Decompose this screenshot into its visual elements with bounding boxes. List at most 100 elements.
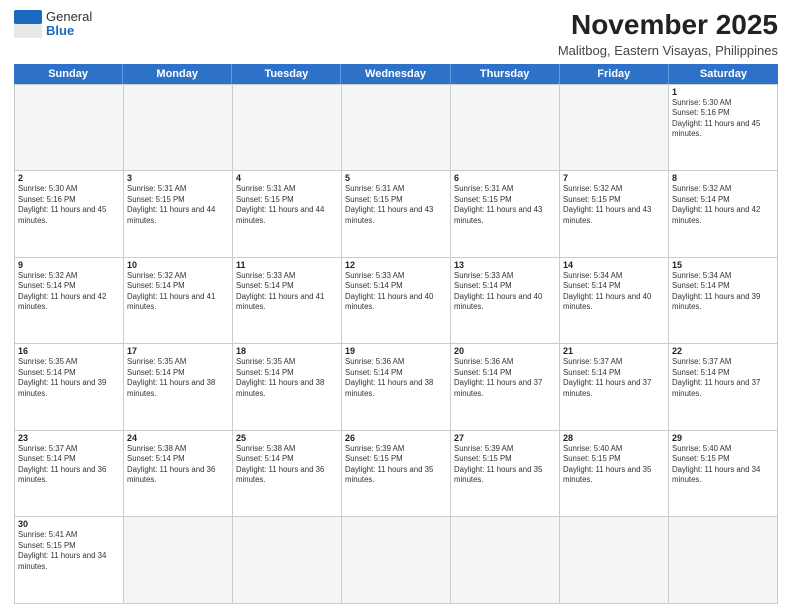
page: General Blue November 2025 Malitbog, Eas… bbox=[0, 0, 792, 612]
day-number: 14 bbox=[563, 260, 665, 270]
sun-info: Sunrise: 5:38 AMSunset: 5:14 PMDaylight:… bbox=[127, 444, 229, 486]
sun-info: Sunrise: 5:31 AMSunset: 5:15 PMDaylight:… bbox=[127, 184, 229, 226]
calendar-cell: 2Sunrise: 5:30 AMSunset: 5:16 PMDaylight… bbox=[15, 171, 124, 257]
day-number: 8 bbox=[672, 173, 774, 183]
sun-info: Sunrise: 5:39 AMSunset: 5:15 PMDaylight:… bbox=[454, 444, 556, 486]
weekday-header: Wednesday bbox=[341, 64, 450, 84]
day-number: 7 bbox=[563, 173, 665, 183]
sun-info: Sunrise: 5:33 AMSunset: 5:14 PMDaylight:… bbox=[454, 271, 556, 313]
calendar-cell bbox=[342, 517, 451, 603]
weekday-header: Saturday bbox=[669, 64, 778, 84]
calendar-week: 23Sunrise: 5:37 AMSunset: 5:14 PMDayligh… bbox=[15, 431, 778, 518]
sun-info: Sunrise: 5:30 AMSunset: 5:16 PMDaylight:… bbox=[672, 98, 774, 140]
sun-info: Sunrise: 5:32 AMSunset: 5:14 PMDaylight:… bbox=[18, 271, 120, 313]
day-number: 2 bbox=[18, 173, 120, 183]
sun-info: Sunrise: 5:31 AMSunset: 5:15 PMDaylight:… bbox=[454, 184, 556, 226]
day-number: 18 bbox=[236, 346, 338, 356]
day-number: 12 bbox=[345, 260, 447, 270]
day-number: 25 bbox=[236, 433, 338, 443]
day-number: 15 bbox=[672, 260, 774, 270]
calendar-cell bbox=[669, 517, 778, 603]
calendar-cell: 20Sunrise: 5:36 AMSunset: 5:14 PMDayligh… bbox=[451, 344, 560, 430]
calendar-cell: 16Sunrise: 5:35 AMSunset: 5:14 PMDayligh… bbox=[15, 344, 124, 430]
day-number: 30 bbox=[18, 519, 120, 529]
day-number: 26 bbox=[345, 433, 447, 443]
calendar-cell: 9Sunrise: 5:32 AMSunset: 5:14 PMDaylight… bbox=[15, 258, 124, 344]
sun-info: Sunrise: 5:33 AMSunset: 5:14 PMDaylight:… bbox=[236, 271, 338, 313]
sun-info: Sunrise: 5:37 AMSunset: 5:14 PMDaylight:… bbox=[672, 357, 774, 399]
calendar-cell: 27Sunrise: 5:39 AMSunset: 5:15 PMDayligh… bbox=[451, 431, 560, 517]
calendar-cell: 3Sunrise: 5:31 AMSunset: 5:15 PMDaylight… bbox=[124, 171, 233, 257]
calendar-cell: 8Sunrise: 5:32 AMSunset: 5:14 PMDaylight… bbox=[669, 171, 778, 257]
sun-info: Sunrise: 5:38 AMSunset: 5:14 PMDaylight:… bbox=[236, 444, 338, 486]
header: General Blue November 2025 Malitbog, Eas… bbox=[14, 10, 778, 58]
calendar-cell: 25Sunrise: 5:38 AMSunset: 5:14 PMDayligh… bbox=[233, 431, 342, 517]
calendar-cell: 22Sunrise: 5:37 AMSunset: 5:14 PMDayligh… bbox=[669, 344, 778, 430]
day-number: 28 bbox=[563, 433, 665, 443]
sun-info: Sunrise: 5:36 AMSunset: 5:14 PMDaylight:… bbox=[345, 357, 447, 399]
sun-info: Sunrise: 5:40 AMSunset: 5:15 PMDaylight:… bbox=[672, 444, 774, 486]
calendar-week: 9Sunrise: 5:32 AMSunset: 5:14 PMDaylight… bbox=[15, 258, 778, 345]
location: Malitbog, Eastern Visayas, Philippines bbox=[558, 43, 778, 58]
calendar-week: 1Sunrise: 5:30 AMSunset: 5:16 PMDaylight… bbox=[15, 85, 778, 172]
calendar-cell bbox=[342, 85, 451, 171]
sun-info: Sunrise: 5:31 AMSunset: 5:15 PMDaylight:… bbox=[236, 184, 338, 226]
sun-info: Sunrise: 5:37 AMSunset: 5:14 PMDaylight:… bbox=[18, 444, 120, 486]
month-year: November 2025 bbox=[558, 10, 778, 41]
logo-icon bbox=[14, 10, 42, 38]
calendar-cell: 10Sunrise: 5:32 AMSunset: 5:14 PMDayligh… bbox=[124, 258, 233, 344]
sun-info: Sunrise: 5:41 AMSunset: 5:15 PMDaylight:… bbox=[18, 530, 120, 572]
logo-blue: Blue bbox=[46, 23, 74, 38]
day-number: 11 bbox=[236, 260, 338, 270]
calendar-cell: 29Sunrise: 5:40 AMSunset: 5:15 PMDayligh… bbox=[669, 431, 778, 517]
calendar-cell: 23Sunrise: 5:37 AMSunset: 5:14 PMDayligh… bbox=[15, 431, 124, 517]
calendar-cell bbox=[233, 85, 342, 171]
sun-info: Sunrise: 5:32 AMSunset: 5:14 PMDaylight:… bbox=[127, 271, 229, 313]
day-number: 13 bbox=[454, 260, 556, 270]
calendar-cell: 18Sunrise: 5:35 AMSunset: 5:14 PMDayligh… bbox=[233, 344, 342, 430]
sun-info: Sunrise: 5:36 AMSunset: 5:14 PMDaylight:… bbox=[454, 357, 556, 399]
calendar-cell: 15Sunrise: 5:34 AMSunset: 5:14 PMDayligh… bbox=[669, 258, 778, 344]
day-number: 9 bbox=[18, 260, 120, 270]
day-number: 22 bbox=[672, 346, 774, 356]
calendar-cell: 19Sunrise: 5:36 AMSunset: 5:14 PMDayligh… bbox=[342, 344, 451, 430]
weekday-header: Tuesday bbox=[232, 64, 341, 84]
calendar-cell: 17Sunrise: 5:35 AMSunset: 5:14 PMDayligh… bbox=[124, 344, 233, 430]
calendar-cell: 14Sunrise: 5:34 AMSunset: 5:14 PMDayligh… bbox=[560, 258, 669, 344]
calendar-week: 16Sunrise: 5:35 AMSunset: 5:14 PMDayligh… bbox=[15, 344, 778, 431]
sun-info: Sunrise: 5:31 AMSunset: 5:15 PMDaylight:… bbox=[345, 184, 447, 226]
day-number: 17 bbox=[127, 346, 229, 356]
calendar-body: 1Sunrise: 5:30 AMSunset: 5:16 PMDaylight… bbox=[14, 84, 778, 604]
day-number: 1 bbox=[672, 87, 774, 97]
sun-info: Sunrise: 5:34 AMSunset: 5:14 PMDaylight:… bbox=[672, 271, 774, 313]
calendar-cell bbox=[124, 517, 233, 603]
calendar-cell bbox=[560, 517, 669, 603]
day-number: 27 bbox=[454, 433, 556, 443]
calendar-cell bbox=[15, 85, 124, 171]
calendar-cell: 5Sunrise: 5:31 AMSunset: 5:15 PMDaylight… bbox=[342, 171, 451, 257]
day-number: 4 bbox=[236, 173, 338, 183]
day-number: 20 bbox=[454, 346, 556, 356]
sun-info: Sunrise: 5:35 AMSunset: 5:14 PMDaylight:… bbox=[127, 357, 229, 399]
calendar-cell: 7Sunrise: 5:32 AMSunset: 5:15 PMDaylight… bbox=[560, 171, 669, 257]
calendar-week: 30Sunrise: 5:41 AMSunset: 5:15 PMDayligh… bbox=[15, 517, 778, 604]
sun-info: Sunrise: 5:34 AMSunset: 5:14 PMDaylight:… bbox=[563, 271, 665, 313]
day-number: 10 bbox=[127, 260, 229, 270]
sun-info: Sunrise: 5:32 AMSunset: 5:14 PMDaylight:… bbox=[672, 184, 774, 226]
day-number: 3 bbox=[127, 173, 229, 183]
calendar-cell: 1Sunrise: 5:30 AMSunset: 5:16 PMDaylight… bbox=[669, 85, 778, 171]
day-number: 6 bbox=[454, 173, 556, 183]
calendar-cell bbox=[560, 85, 669, 171]
calendar-cell: 24Sunrise: 5:38 AMSunset: 5:14 PMDayligh… bbox=[124, 431, 233, 517]
calendar-cell: 6Sunrise: 5:31 AMSunset: 5:15 PMDaylight… bbox=[451, 171, 560, 257]
logo-general: General bbox=[46, 9, 92, 24]
calendar-cell: 13Sunrise: 5:33 AMSunset: 5:14 PMDayligh… bbox=[451, 258, 560, 344]
sun-info: Sunrise: 5:39 AMSunset: 5:15 PMDaylight:… bbox=[345, 444, 447, 486]
calendar-cell: 21Sunrise: 5:37 AMSunset: 5:14 PMDayligh… bbox=[560, 344, 669, 430]
day-number: 5 bbox=[345, 173, 447, 183]
calendar-cell bbox=[451, 517, 560, 603]
calendar-cell: 4Sunrise: 5:31 AMSunset: 5:15 PMDaylight… bbox=[233, 171, 342, 257]
sun-info: Sunrise: 5:32 AMSunset: 5:15 PMDaylight:… bbox=[563, 184, 665, 226]
calendar-cell: 12Sunrise: 5:33 AMSunset: 5:14 PMDayligh… bbox=[342, 258, 451, 344]
logo: General Blue bbox=[14, 10, 92, 39]
